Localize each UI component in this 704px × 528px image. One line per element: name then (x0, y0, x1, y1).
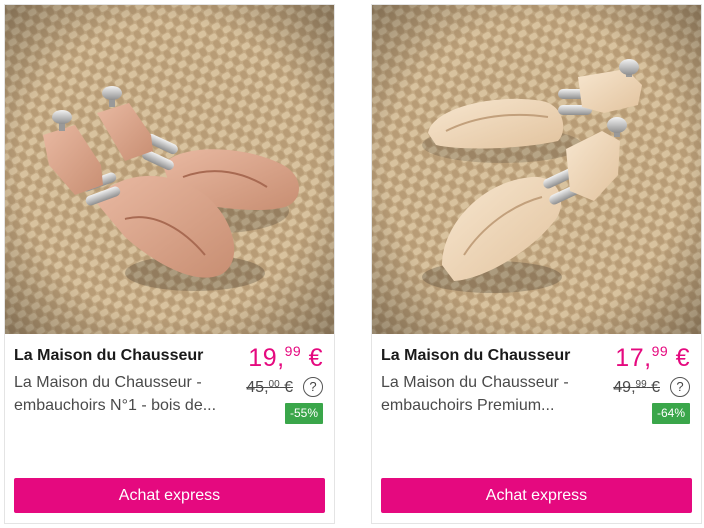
old-price-cents: 00 (268, 379, 280, 390)
old-price: 45,00 € (246, 379, 293, 397)
product-title-line[interactable]: embauchoirs Premium... (381, 394, 601, 417)
product-title[interactable]: La Maison du Chausseur - embauchoirs Pre… (381, 371, 601, 417)
discount-badge: -55% (284, 403, 323, 424)
product-brand[interactable]: La Maison du Chausseur (14, 347, 203, 365)
price-currency: € (668, 344, 690, 372)
express-buy-button[interactable]: Achat express (381, 478, 692, 513)
price-currency: € (301, 344, 323, 372)
current-price: 17,99 € (615, 343, 690, 373)
product-title-line[interactable]: La Maison du Chausseur - (381, 371, 601, 394)
price-cents: 99 (651, 343, 669, 359)
product-image[interactable] (5, 5, 334, 334)
express-buy-button[interactable]: Achat express (14, 478, 325, 513)
current-price: 19,99 € (248, 343, 323, 373)
product-title[interactable]: La Maison du Chausseur - embauchoirs N°1… (14, 371, 234, 417)
old-price: 49,99 € (613, 379, 660, 397)
cedar-shoe-trees-photo (5, 5, 334, 334)
product-brand[interactable]: La Maison du Chausseur (381, 347, 570, 365)
price-cents: 99 (284, 343, 302, 359)
product-image[interactable] (372, 5, 701, 334)
old-price-currency: € (279, 379, 293, 396)
old-price-main: 49, (613, 379, 636, 396)
product-title-line[interactable]: embauchoirs N°1 - bois de... (14, 394, 234, 417)
help-icon[interactable]: ? (303, 377, 323, 397)
old-price-currency: € (646, 379, 660, 396)
help-icon[interactable]: ? (670, 377, 690, 397)
discount-badge: -64% (651, 403, 690, 424)
price-main: 19, (248, 344, 285, 372)
price-main: 17, (615, 344, 652, 372)
product-card[interactable]: La Maison du Chausseur La Maison du Chau… (371, 4, 702, 524)
product-title-line[interactable]: La Maison du Chausseur - (14, 371, 234, 394)
old-price-main: 45, (246, 379, 269, 396)
product-card[interactable]: La Maison du Chausseur La Maison du Chau… (4, 4, 335, 524)
old-price-cents: 99 (635, 379, 647, 390)
premium-shoe-trees-photo (372, 5, 701, 334)
